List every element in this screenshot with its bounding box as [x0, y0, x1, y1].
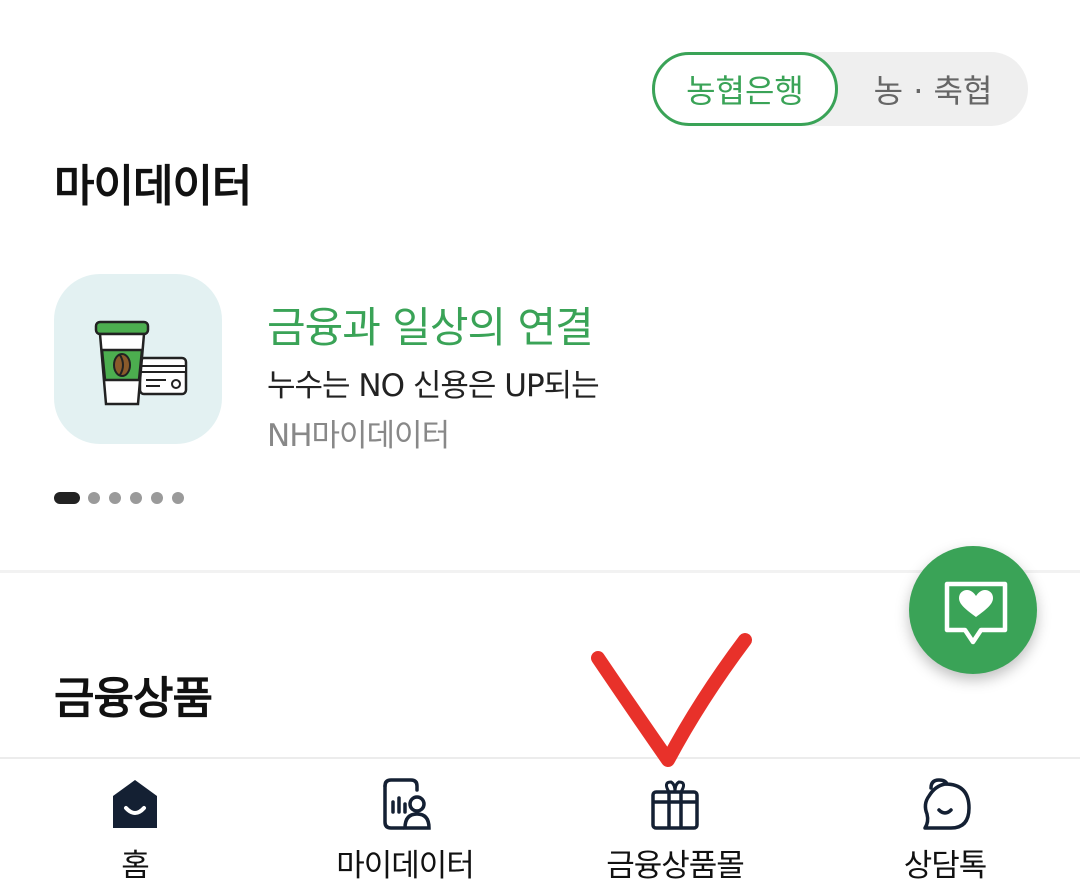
nav-mydata[interactable]: 마이데이터	[300, 770, 510, 890]
chat-heart-icon	[944, 581, 1008, 645]
pagination-dot-active[interactable]	[54, 492, 80, 504]
nav-products-mall-label: 금융상품몰	[606, 848, 745, 884]
page: 농협은행 농 · 축협 마이데이터 금융과 일상의 연결 누수는 NO 신용은 …	[0, 0, 1080, 890]
pagination-dot[interactable]	[88, 492, 100, 504]
toggle-local-cooperative[interactable]: 농 · 축협	[838, 52, 1028, 126]
banner-brand: NH마이데이터	[267, 418, 450, 454]
pagination-dot[interactable]	[130, 492, 142, 504]
gift-icon	[651, 780, 699, 830]
nav-home[interactable]: 홈	[30, 770, 240, 890]
pagination-dot[interactable]	[172, 492, 184, 504]
chat-bubble-icon	[923, 778, 971, 830]
bottom-nav-border	[0, 757, 1080, 759]
nav-home-label: 홈	[121, 848, 150, 884]
mydata-section-title: 마이데이터	[54, 161, 252, 212]
pagination-dot[interactable]	[151, 492, 163, 504]
banner-headline[interactable]: 금융과 일상의 연결	[267, 294, 594, 355]
nav-chat[interactable]: 상담톡	[840, 770, 1050, 890]
coffee-card-icon[interactable]	[54, 274, 222, 444]
nav-mydata-label: 마이데이터	[336, 848, 475, 884]
products-section-title: 금융상품	[54, 673, 213, 724]
chat-fab-button[interactable]	[909, 546, 1037, 674]
pagination-dot[interactable]	[109, 492, 121, 504]
home-icon	[113, 780, 157, 828]
nav-chat-label: 상담톡	[903, 848, 988, 884]
mydata-icon	[383, 778, 431, 830]
toggle-nonghyup-bank[interactable]: 농협은행	[652, 52, 838, 126]
nav-products-mall[interactable]: 금융상품몰	[570, 770, 780, 890]
banner-subline: 누수는 NO 신용은 UP되는	[267, 368, 600, 404]
bank-toggle: 농협은행 농 · 축협	[652, 52, 1028, 126]
